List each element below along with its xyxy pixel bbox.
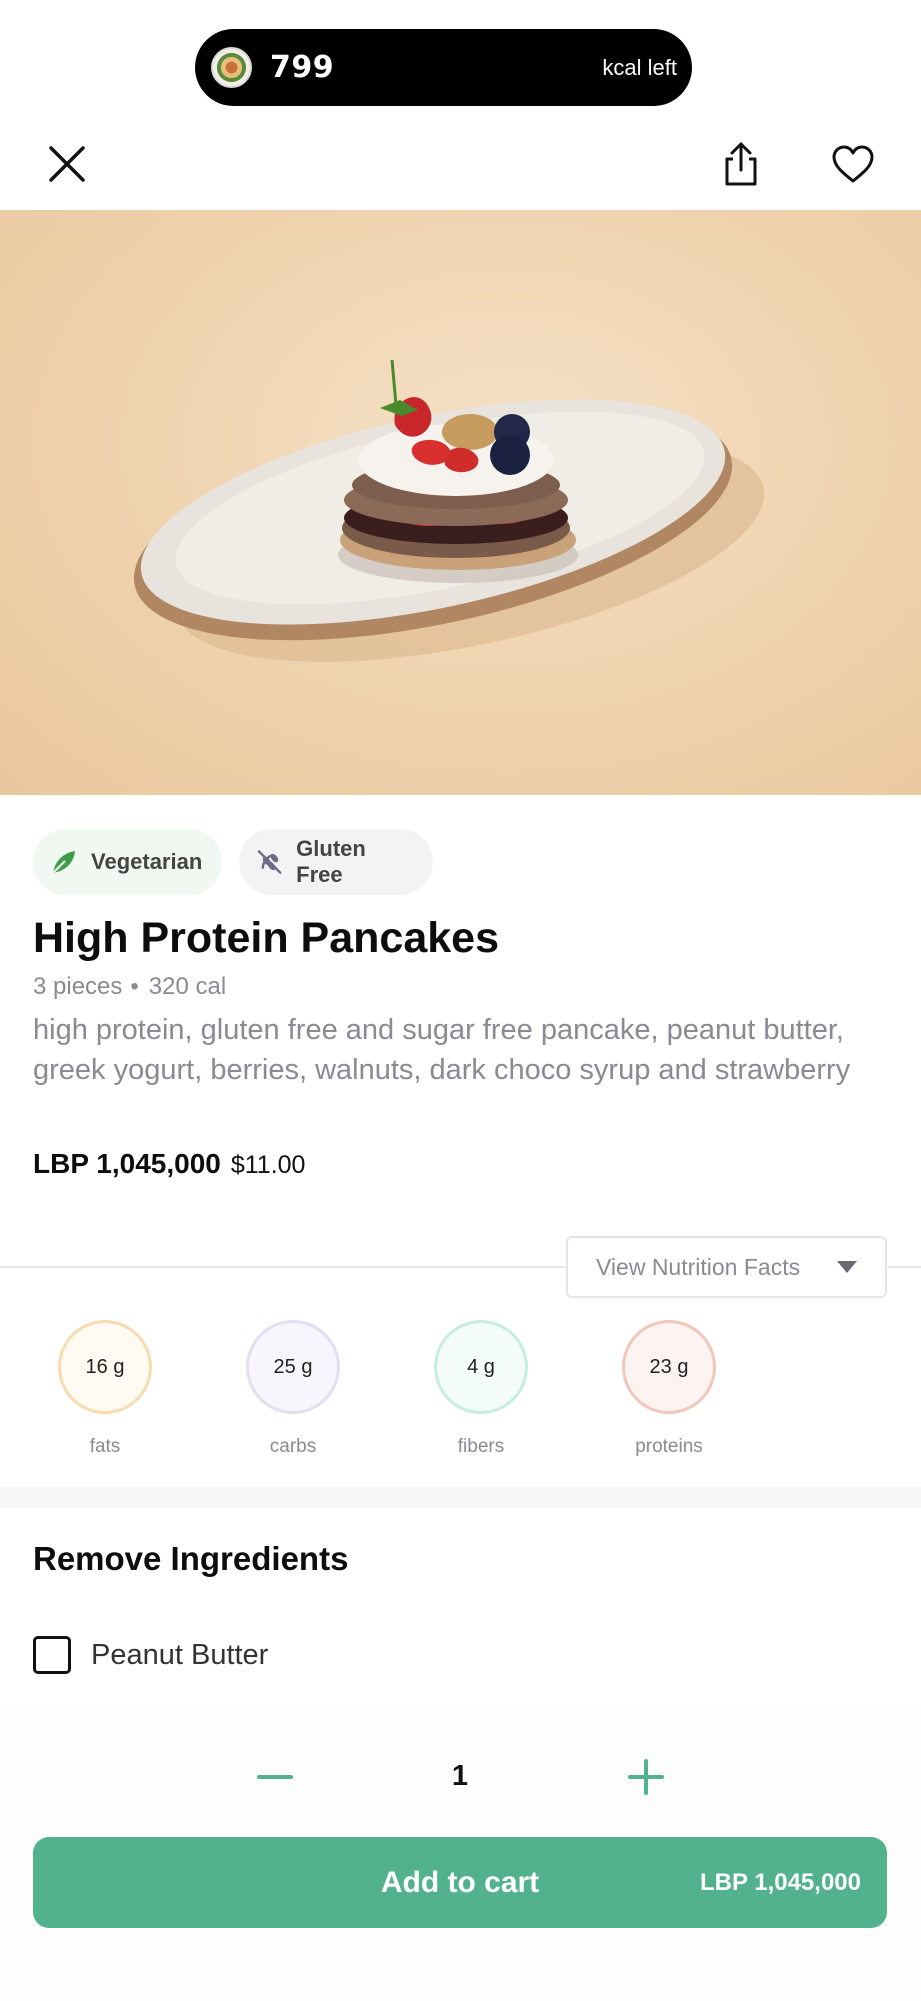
ingredient-checkbox[interactable] <box>33 1636 71 1674</box>
close-icon <box>49 146 85 182</box>
macro-proteins-value: 23 g <box>622 1320 716 1414</box>
macro-fats-label: fats <box>89 1436 121 1457</box>
close-button[interactable] <box>41 138 93 190</box>
tag-vegetarian: Vegetarian <box>33 829 222 895</box>
quantity-value: 1 <box>451 1760 469 1792</box>
meta-separator: • <box>130 973 139 1000</box>
product-meta: 3 pieces • 320 cal <box>33 973 226 1001</box>
kcal-left-banner[interactable]: 799 kcal left <box>195 29 692 106</box>
no-wheat-icon <box>257 850 282 874</box>
tag-gluten-free: Gluten Free <box>239 829 433 895</box>
plus-icon <box>628 1759 664 1795</box>
macro-carbs-label: carbs <box>269 1436 317 1457</box>
macro-fats-value: 16 g <box>58 1320 152 1414</box>
product-calories: 320 cal <box>148 973 227 1000</box>
add-to-cart-button[interactable]: Add to cart LBP 1,045,000 <box>33 1837 887 1928</box>
favorite-button[interactable] <box>827 138 879 190</box>
view-nutrition-facts-button[interactable]: View Nutrition Facts <box>566 1236 887 1298</box>
decrease-quantity-button[interactable] <box>250 1752 300 1802</box>
macro-fats: 16 g fats <box>45 1320 165 1458</box>
price-lbp: LBP 1,045,000 <box>33 1148 221 1179</box>
leaf-icon <box>52 851 75 874</box>
macro-fibers: 4 g fibers <box>421 1320 541 1458</box>
minus-icon <box>257 1775 293 1779</box>
tag-vegetarian-label: Vegetarian <box>91 849 203 874</box>
product-title: High Protein Pancakes <box>33 914 499 962</box>
macro-carbs-value: 25 g <box>246 1320 340 1414</box>
kcal-label: kcal left <box>602 54 677 80</box>
macro-proteins: 23 g proteins <box>609 1320 729 1458</box>
caret-down-icon <box>837 1261 857 1273</box>
ingredient-label: Peanut Butter <box>91 1638 269 1671</box>
tag-gluten-free-label: Gluten Free <box>296 836 366 887</box>
product-image <box>0 210 921 795</box>
macro-fibers-label: fibers <box>457 1436 505 1457</box>
macro-fibers-value: 4 g <box>434 1320 528 1414</box>
share-icon <box>725 142 757 186</box>
remove-ingredients-title: Remove Ingredients <box>33 1540 349 1577</box>
section-separator <box>0 1487 921 1508</box>
price-usd: $11.00 <box>230 1151 306 1179</box>
kcal-value: 799 <box>270 50 335 85</box>
increase-quantity-button[interactable] <box>621 1752 671 1802</box>
ingredient-row[interactable]: Peanut Butter <box>33 1636 268 1674</box>
view-nutrition-facts-label: View Nutrition Facts <box>596 1253 801 1280</box>
product-description: high protein, gluten free and sugar free… <box>33 1014 851 1086</box>
macro-proteins-label: proteins <box>635 1436 703 1457</box>
product-price: LBP 1,045,000 $11.00 <box>33 1148 305 1180</box>
share-button[interactable] <box>715 138 767 190</box>
macro-carbs: 25 g carbs <box>233 1320 353 1458</box>
heart-icon <box>832 145 874 183</box>
add-to-cart-price: LBP 1,045,000 <box>699 1868 861 1896</box>
meal-plan-avatar <box>211 47 252 88</box>
product-pieces: 3 pieces <box>33 973 123 1000</box>
